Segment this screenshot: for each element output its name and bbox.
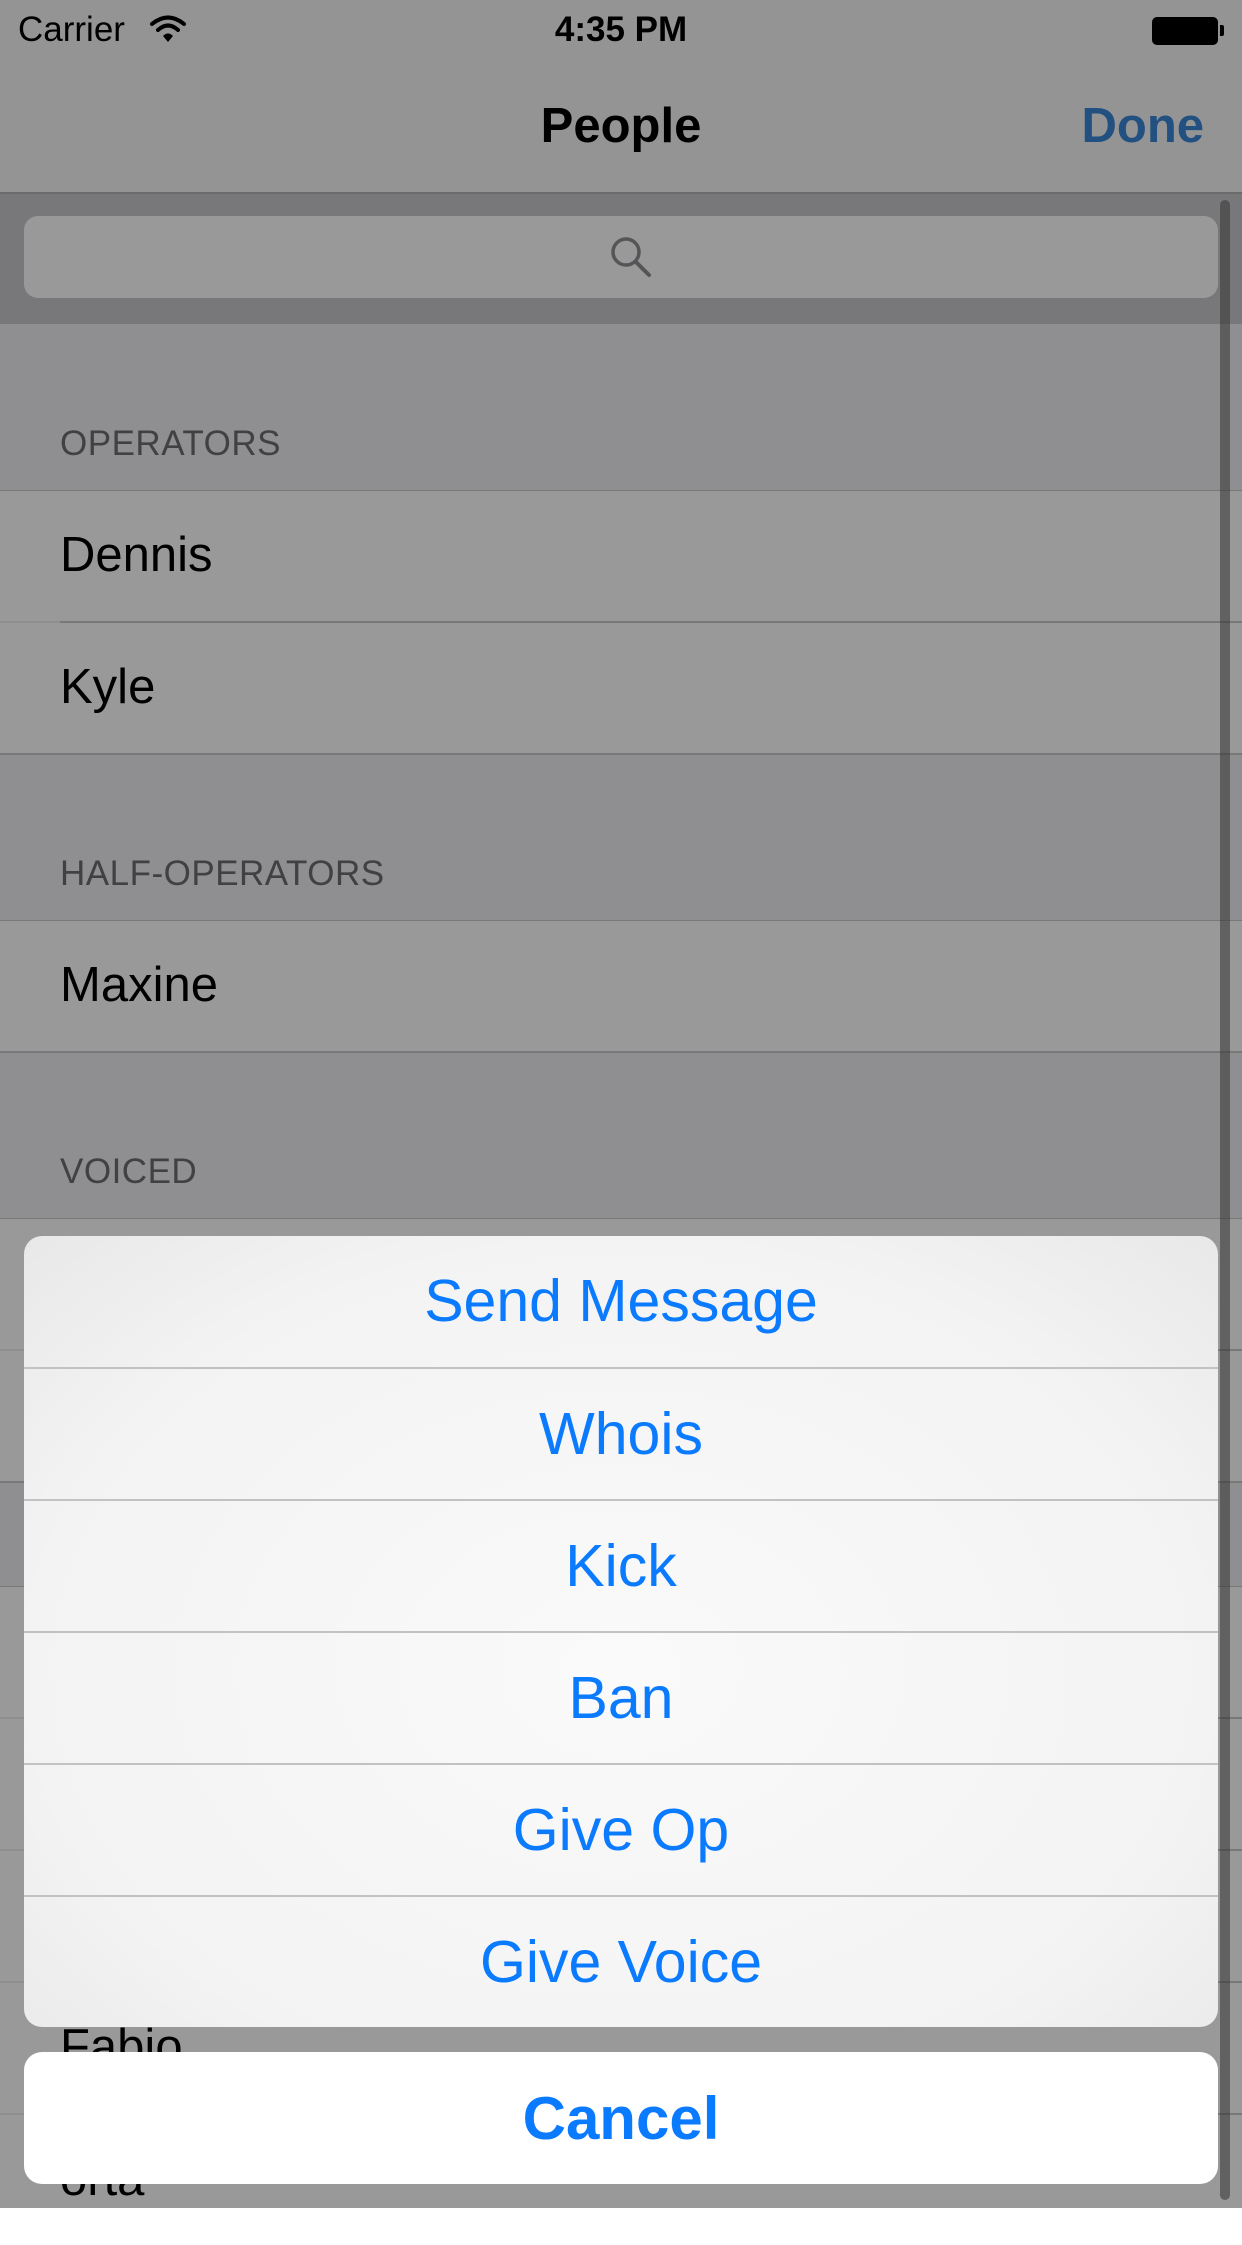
ban-button[interactable]: Ban [24,1633,1218,1763]
whois-button[interactable]: Whois [24,1369,1218,1499]
send-message-button[interactable]: Send Message [24,1236,1218,1366]
give-voice-button[interactable]: Give Voice [24,1897,1218,2027]
cancel-button[interactable]: Cancel [24,2052,1218,2184]
action-sheet: Send Message Whois Kick Ban Give Op Give… [24,1236,1218,2027]
give-op-button[interactable]: Give Op [24,1765,1218,1895]
kick-button[interactable]: Kick [24,1501,1218,1631]
cancel-label: Cancel [522,2084,720,2152]
